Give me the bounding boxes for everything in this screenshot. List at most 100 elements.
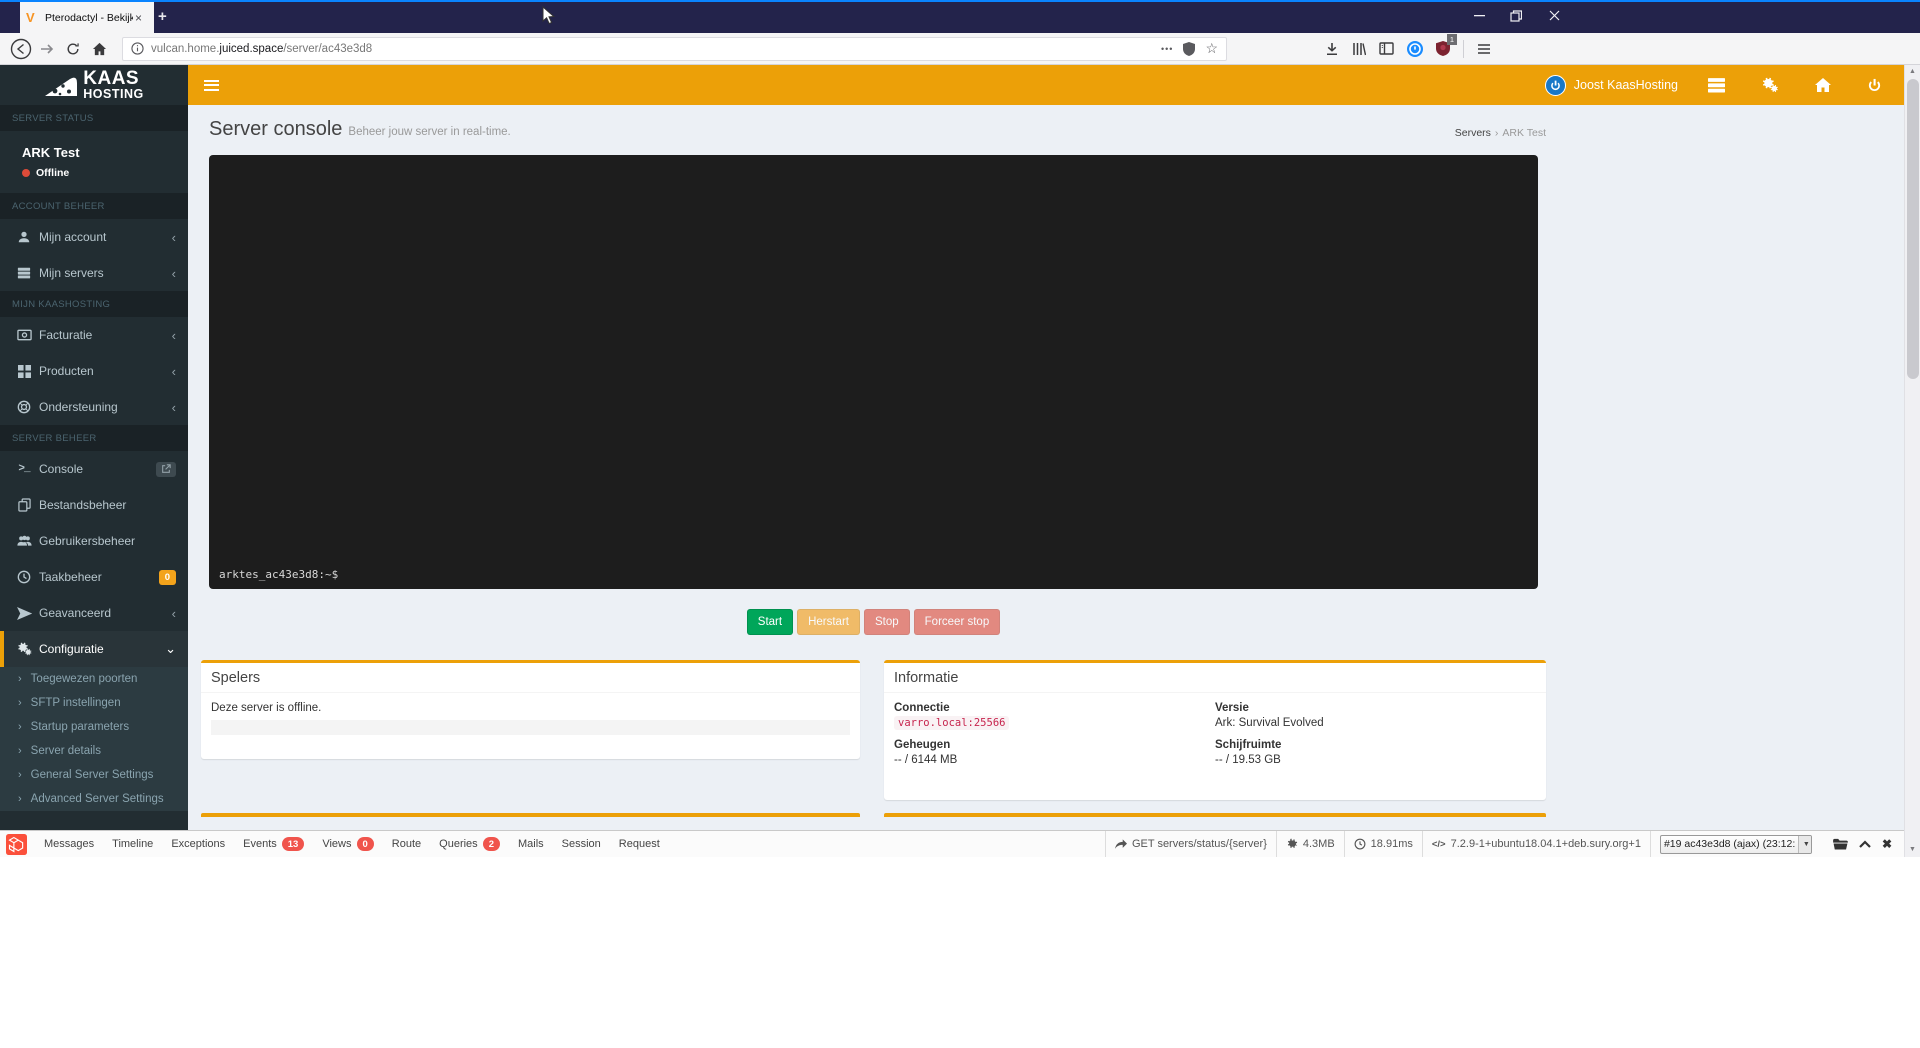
debug-php-segment: </> 7.2.9-1+ubuntu18.04.1+deb.sury.org+1 — [1421, 831, 1650, 857]
memory-text: 4.3MB — [1302, 838, 1335, 850]
desktop-background — [0, 857, 1920, 1048]
stop-button[interactable]: Stop — [863, 609, 910, 635]
debug-tab-request[interactable]: Request — [610, 831, 669, 857]
submenu-item-toegewezen-poorten[interactable]: › Toegewezen poorten — [0, 667, 188, 691]
sidebar-item-gebruikersbeheer[interactable]: Gebruikersbeheer — [0, 523, 188, 559]
sidebar-item-configuratie[interactable]: Configuratie ⌄ — [0, 631, 188, 667]
submenu-item-general-server-settings[interactable]: › General Server Settings — [0, 763, 188, 787]
sidebar-item-producten[interactable]: Producten ‹ — [0, 353, 188, 389]
console-prompt: arktes_ac43e3d8:~$ — [219, 568, 339, 581]
home-button-icon[interactable] — [86, 36, 112, 62]
sidebar-item-ondersteuning[interactable]: Ondersteuning ‹ — [0, 389, 188, 425]
bookmark-star-icon[interactable]: ☆ — [1205, 40, 1218, 57]
debug-tab-label: Views — [322, 838, 352, 850]
password-manager-icon[interactable] — [1407, 40, 1423, 57]
navbar-logout-power-icon[interactable] — [1867, 78, 1882, 93]
navbar-username[interactable]: Joost KaasHosting — [1574, 78, 1678, 92]
start-button[interactable]: Start — [746, 609, 794, 635]
url-text-prefix: vulcan.home. — [151, 42, 220, 55]
submenu-item-server-details[interactable]: › Server details — [0, 739, 188, 763]
chevron-left-icon: ‹ — [171, 605, 176, 621]
clock-icon — [15, 570, 33, 584]
submenu-item-sftp-instellingen[interactable]: › SFTP instellingen — [0, 691, 188, 715]
server-console-terminal[interactable]: arktes_ac43e3d8:~$ — [209, 155, 1538, 589]
request-history-select[interactable]: #19 ac43e3d8 (ajax) (23:12: ▼ — [1659, 834, 1812, 854]
browser-tab[interactable]: V Pterodactyl - Bekijk server ARK × — [20, 2, 154, 33]
navbar-servers-icon[interactable] — [1708, 77, 1725, 93]
debug-maximize-chevron-icon[interactable] — [1859, 840, 1871, 848]
info-field-versie: Versie Ark: Survival Evolved — [1215, 702, 1536, 729]
forward-button-icon[interactable] — [34, 36, 60, 62]
window-close-button[interactable] — [1532, 0, 1576, 31]
sidebar-toggle-hamburger-icon[interactable] — [204, 79, 219, 91]
new-tab-button[interactable]: + — [158, 8, 167, 25]
download-icon[interactable] — [1325, 42, 1339, 56]
status-offline-dot — [22, 169, 30, 177]
debug-tab-session[interactable]: Session — [553, 831, 610, 857]
forceer-stop-button[interactable]: Forceer stop — [913, 609, 1001, 635]
share-arrow-icon — [1114, 838, 1127, 849]
debug-tab-label: Mails — [517, 838, 544, 850]
geheugen-value: -- / 6144 MB — [894, 754, 958, 766]
debug-tab-label: Messages — [44, 838, 95, 850]
page-scrollbar[interactable]: ▲ ▼ — [1904, 65, 1920, 857]
debug-tab-views[interactable]: Views 0 — [313, 831, 382, 857]
submenu-item-startup-parameters[interactable]: › Startup parameters — [0, 715, 188, 739]
debug-tab-route[interactable]: Route — [383, 831, 430, 857]
sidebar-item-bestandsbeheer[interactable]: Bestandsbeheer — [0, 487, 188, 523]
sidebar-item-label: Mijn servers — [39, 266, 104, 280]
versie-label: Versie — [1215, 702, 1249, 714]
chevron-left-icon: ‹ — [171, 327, 176, 343]
library-icon[interactable] — [1352, 42, 1366, 56]
breadcrumb-servers-link[interactable]: Servers — [1455, 127, 1491, 139]
url-bar[interactable]: vulcan.home. juiced.space/server/ac43e3d8… — [122, 36, 1227, 61]
logo-text-hosting: HOSTING — [83, 87, 144, 102]
page-actions-icon[interactable]: ••• — [1161, 44, 1173, 54]
sidebar-toggle-icon[interactable] — [1379, 42, 1394, 55]
scrollbar-down-arrow[interactable]: ▼ — [1905, 843, 1920, 856]
views-count-badge: 0 — [356, 837, 374, 851]
queries-count-badge: 2 — [482, 837, 500, 851]
chevron-down-icon: ⌄ — [165, 641, 176, 656]
protection-shield-icon[interactable] — [1183, 41, 1196, 56]
debug-tab-queries[interactable]: Queries 2 — [430, 831, 509, 857]
sidebar-header-kaashosting: MIJN KAASHOSTING — [0, 291, 188, 317]
sidebar-item-geavanceerd[interactable]: Geavanceerd ‹ — [0, 595, 188, 631]
laravel-logo-icon[interactable] — [6, 833, 27, 855]
connectie-label: Connectie — [894, 702, 950, 714]
debug-tab-exceptions[interactable]: Exceptions — [162, 831, 234, 857]
schijfruimte-value: -- / 19.53 GB — [1215, 754, 1281, 766]
navbar-home-icon[interactable] — [1815, 77, 1831, 93]
herstart-button[interactable]: Herstart — [797, 609, 860, 635]
tab-close-icon[interactable]: × — [135, 11, 142, 25]
site-info-icon[interactable] — [131, 42, 144, 55]
debug-close-icon[interactable]: ✖ — [1882, 837, 1892, 851]
kaashosting-logo[interactable]: KAAS HOSTING — [0, 65, 188, 105]
console-popout-button[interactable] — [156, 461, 176, 477]
user-avatar — [1544, 74, 1566, 96]
scrollbar-up-arrow[interactable]: ▲ — [1905, 65, 1920, 78]
sidebar-item-mijn-account[interactable]: Mijn account ‹ — [0, 219, 188, 255]
debug-tab-events[interactable]: Events 13 — [234, 831, 313, 857]
debug-tab-mails[interactable]: Mails — [509, 831, 553, 857]
sidebar-item-facturatie[interactable]: Facturatie ‹ — [0, 317, 188, 353]
navbar-settings-cogs-icon[interactable] — [1761, 77, 1779, 93]
menu-hamburger-icon[interactable] — [1477, 43, 1491, 55]
app-viewport: KAAS HOSTING SERVER STATUS ARK Test Offl… — [0, 65, 1904, 857]
pterodactyl-favicon-icon: V — [26, 10, 35, 25]
debug-tab-timeline[interactable]: Timeline — [103, 831, 162, 857]
scrollbar-thumb[interactable] — [1907, 79, 1919, 379]
debug-tab-label: Timeline — [112, 838, 154, 850]
debug-folder-icon[interactable] — [1833, 838, 1848, 850]
debug-tab-messages[interactable]: Messages — [35, 831, 103, 857]
back-button-icon[interactable] — [8, 36, 34, 62]
submenu-item-advanced-server-settings[interactable]: › Advanced Server Settings — [0, 787, 188, 811]
browser-toolbar: vulcan.home. juiced.space/server/ac43e3d8… — [0, 33, 1920, 65]
adblock-shield-icon[interactable]: 1 — [1436, 34, 1457, 56]
reload-button-icon[interactable] — [60, 36, 86, 62]
sidebar-item-taakbeheer[interactable]: Taakbeheer 0 — [0, 559, 188, 595]
debug-memory-segment: 4.3MB — [1275, 831, 1344, 857]
sidebar-item-mijn-servers[interactable]: Mijn servers ‹ — [0, 255, 188, 291]
configuratie-submenu: › Toegewezen poorten › SFTP instellingen ›… — [0, 667, 188, 811]
sidebar-item-console[interactable]: >_ Console — [0, 451, 188, 487]
